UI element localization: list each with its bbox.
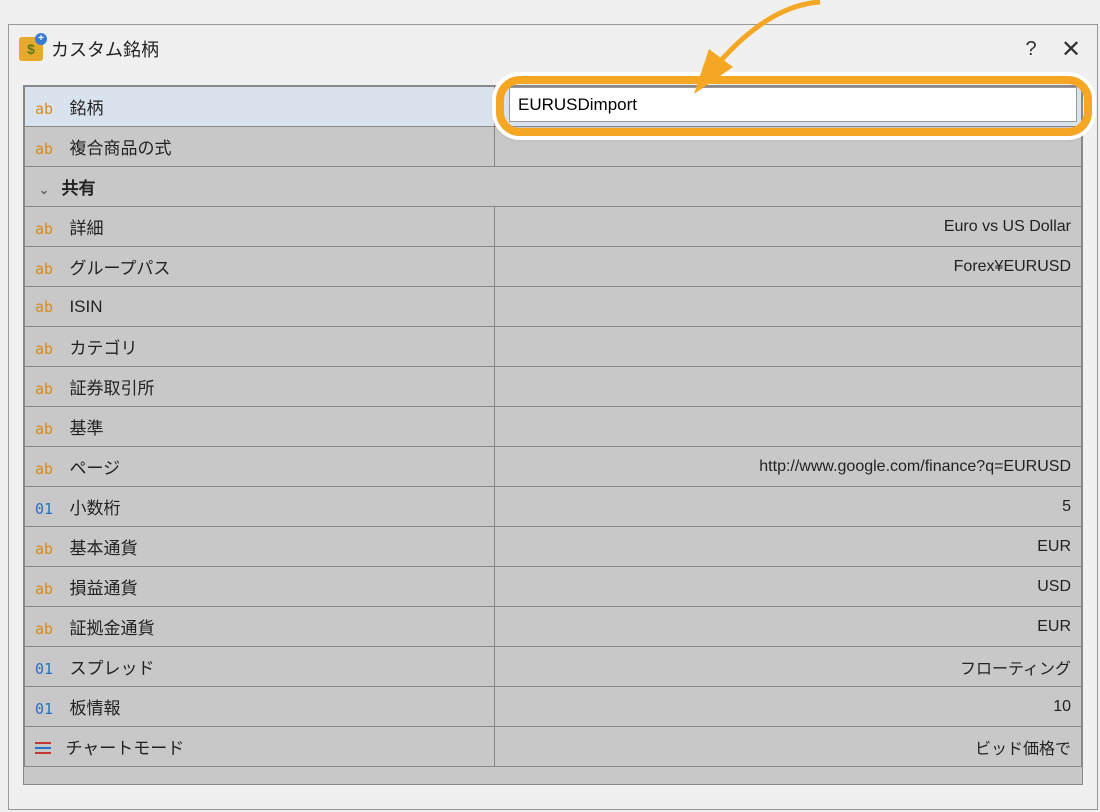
property-value[interactable]: EUR [495, 607, 1082, 647]
window-title: カスタム銘柄 [51, 36, 1011, 62]
property-row-digits[interactable]: 01 小数桁 5 [25, 487, 1082, 527]
type-badge-text-icon: ab [35, 298, 59, 316]
property-label: 詳細 [69, 219, 103, 238]
property-label: スプレッド [69, 659, 154, 678]
property-row-isin[interactable]: ab ISIN [25, 287, 1082, 327]
property-row-depth[interactable]: 01 板情報 10 [25, 687, 1082, 727]
property-label: ISIN [69, 297, 102, 316]
app-icon: + [19, 37, 43, 61]
property-value[interactable]: ビッド価格で [495, 727, 1082, 767]
property-row-margin-currency[interactable]: ab 証拠金通貨 EUR [25, 607, 1082, 647]
type-badge-text-icon: ab [35, 340, 59, 358]
type-badge-text-icon: ab [35, 420, 59, 438]
property-label: 損益通貨 [69, 579, 137, 598]
type-badge-number-icon: 01 [35, 660, 59, 678]
property-row-chart-mode[interactable]: チャートモード ビッド価格で [25, 727, 1082, 767]
property-value[interactable] [495, 287, 1082, 327]
type-badge-text-icon: ab [35, 140, 59, 158]
property-label: 銘柄 [69, 99, 103, 118]
custom-symbol-dialog: + カスタム銘柄 ? ✕ ab 銘柄 ab 複合商品の式 [8, 24, 1098, 810]
property-label: 証券取引所 [69, 379, 154, 398]
help-button[interactable]: ? [1011, 38, 1051, 61]
property-row-exchange[interactable]: ab 証券取引所 [25, 367, 1082, 407]
property-row-base-currency[interactable]: ab 基本通貨 EUR [25, 527, 1082, 567]
property-value[interactable]: EUR [495, 527, 1082, 567]
property-value[interactable]: フローティング [495, 647, 1082, 687]
type-badge-text-icon: ab [35, 380, 59, 398]
property-label: 板情報 [69, 699, 120, 718]
property-label: ページ [69, 459, 120, 478]
property-row-spread[interactable]: 01 スプレッド フローティング [25, 647, 1082, 687]
property-row-description[interactable]: ab 詳細 Euro vs US Dollar [25, 207, 1082, 247]
property-row-category[interactable]: ab カテゴリ [25, 327, 1082, 367]
list-icon [35, 741, 53, 759]
property-value[interactable] [495, 367, 1082, 407]
property-label: 小数桁 [69, 499, 120, 518]
property-row-page[interactable]: ab ページ http://www.google.com/finance?q=E… [25, 447, 1082, 487]
close-button[interactable]: ✕ [1051, 35, 1091, 64]
property-value[interactable] [495, 407, 1082, 447]
property-value[interactable]: USD [495, 567, 1082, 607]
property-row-profit-currency[interactable]: ab 損益通貨 USD [25, 567, 1082, 607]
property-row-basis[interactable]: ab 基準 [25, 407, 1082, 447]
property-value[interactable] [495, 327, 1082, 367]
group-label: 共有 [61, 179, 95, 198]
property-label: 証拠金通貨 [69, 619, 154, 638]
property-value[interactable]: 5 [495, 487, 1082, 527]
type-badge-text-icon: ab [35, 460, 59, 478]
property-value[interactable]: 10 [495, 687, 1082, 727]
property-row-group-path[interactable]: ab グループパス Forex¥EURUSD [25, 247, 1082, 287]
property-value[interactable] [495, 127, 1082, 167]
type-badge-text-icon: ab [35, 100, 59, 118]
group-row-common[interactable]: ⌄ 共有 [25, 167, 1082, 207]
property-label: 基準 [69, 419, 103, 438]
property-row-formula[interactable]: ab 複合商品の式 [25, 127, 1082, 167]
titlebar: + カスタム銘柄 ? ✕ [9, 25, 1097, 73]
chevron-down-icon: ⌄ [35, 183, 53, 197]
property-value[interactable]: Euro vs US Dollar [495, 207, 1082, 247]
type-badge-number-icon: 01 [35, 700, 59, 718]
property-label: カテゴリ [69, 339, 137, 358]
property-label: チャートモード [65, 739, 184, 758]
type-badge-number-icon: 01 [35, 500, 59, 518]
property-label: 複合商品の式 [69, 139, 171, 158]
property-value[interactable]: http://www.google.com/finance?q=EURUSD [495, 447, 1082, 487]
property-label: 基本通貨 [69, 539, 137, 558]
type-badge-text-icon: ab [35, 220, 59, 238]
symbol-name-input[interactable] [509, 87, 1077, 122]
property-grid[interactable]: ab 銘柄 ab 複合商品の式 ⌄ 共有 ab [23, 85, 1083, 785]
type-badge-text-icon: ab [35, 620, 59, 638]
property-value[interactable]: Forex¥EURUSD [495, 247, 1082, 287]
type-badge-text-icon: ab [35, 260, 59, 278]
type-badge-text-icon: ab [35, 580, 59, 598]
property-label: グループパス [69, 259, 170, 278]
type-badge-text-icon: ab [35, 540, 59, 558]
